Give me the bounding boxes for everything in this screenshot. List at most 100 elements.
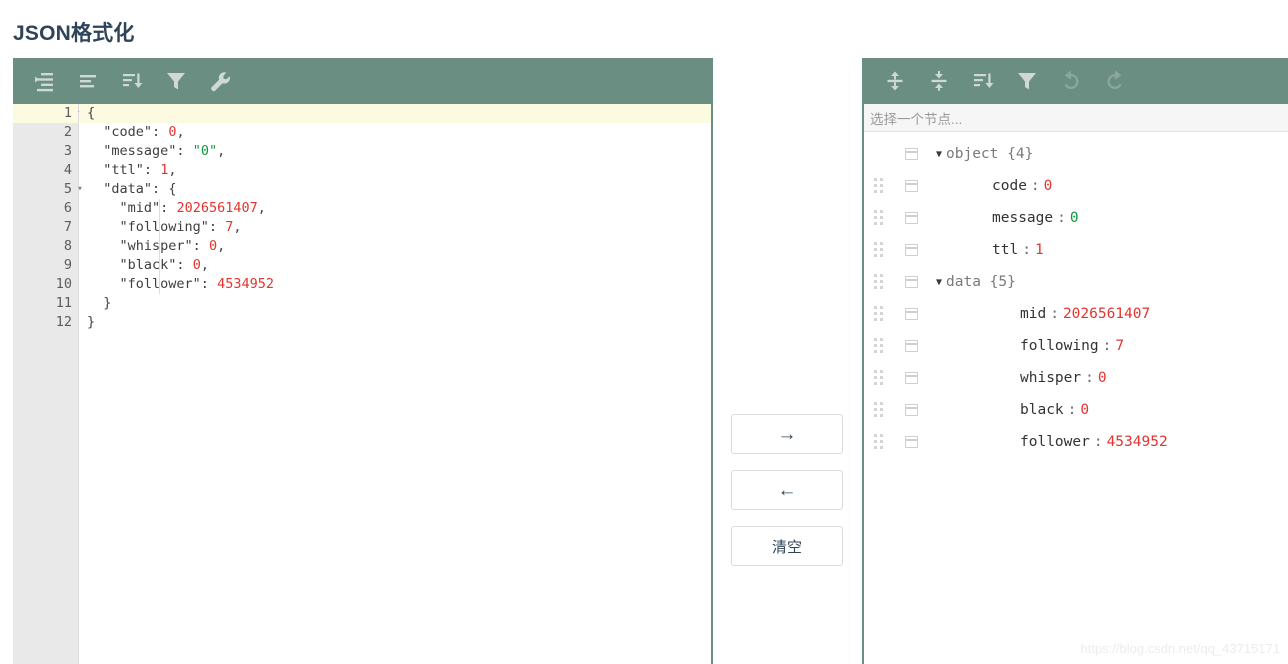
tree-row[interactable]: ▼ data {5}	[864, 266, 1288, 298]
code-line[interactable]: "ttl": 1,	[79, 161, 711, 180]
text-to-tree-button[interactable]: →	[731, 414, 843, 454]
code-line[interactable]: }	[79, 294, 711, 313]
code-line[interactable]: "following": 7,	[79, 218, 711, 237]
tree-to-text-button[interactable]: ←	[731, 470, 843, 510]
clear-button[interactable]: 清空	[731, 526, 843, 566]
tree-row[interactable]: ▼ mid:2026561407	[864, 298, 1288, 330]
drag-handle-icon[interactable]	[874, 402, 890, 418]
context-menu-icon[interactable]	[905, 436, 918, 448]
expand-all-icon[interactable]	[878, 64, 912, 98]
tree-row-key: follower	[1020, 434, 1090, 450]
tree-row-count: {4}	[998, 146, 1034, 162]
context-menu-icon[interactable]	[905, 372, 918, 384]
tree-row-value[interactable]: 2026561407	[1063, 306, 1150, 322]
context-menu-icon[interactable]	[905, 404, 918, 416]
format-icon[interactable]	[27, 64, 61, 98]
filter-icon[interactable]	[1010, 64, 1044, 98]
context-menu-icon[interactable]	[905, 180, 918, 192]
tree-row[interactable]: ▼ ttl:1	[864, 234, 1288, 266]
editor-body[interactable]: 1▾2 3 4 5▾6 7 8 9 10 11 12 { "code": 0, "message"…	[13, 104, 711, 664]
context-menu-icon[interactable]	[905, 276, 918, 288]
tree-row[interactable]: ▼ object {4}	[864, 138, 1288, 170]
drag-handle-icon[interactable]	[874, 338, 890, 354]
tree-row-value[interactable]: 0	[1080, 402, 1089, 418]
tree-row-colon: :	[1022, 242, 1031, 258]
context-menu-icon[interactable]	[905, 212, 918, 224]
code-line[interactable]: "follower": 4534952	[79, 275, 711, 294]
tree-row-key: data	[946, 274, 981, 290]
code-line[interactable]: "whisper": 0,	[79, 237, 711, 256]
node-path-bar[interactable]: 选择一个节点...	[864, 104, 1288, 132]
tree-row-value[interactable]: 0	[1098, 370, 1107, 386]
drag-handle-icon[interactable]	[874, 370, 890, 386]
tree-row[interactable]: ▼ whisper:0	[864, 362, 1288, 394]
tree-row-label: code:0	[992, 178, 1052, 194]
transfer-button-group: → ← 清空	[731, 414, 843, 566]
code-line[interactable]: "black": 0,	[79, 256, 711, 275]
tree-rows: ▼object {4}▼code:0▼message:0▼ttl:1▼data …	[864, 132, 1288, 458]
drag-handle-icon[interactable]	[874, 274, 890, 290]
node-path-placeholder: 选择一个节点...	[870, 111, 963, 127]
tree-row-label: mid:2026561407	[1020, 306, 1150, 322]
drag-handle-icon[interactable]	[874, 242, 890, 258]
json-text-editor-panel: 1▾2 3 4 5▾6 7 8 9 10 11 12 { "code": 0, "message"…	[13, 58, 713, 664]
compact-icon[interactable]	[71, 64, 105, 98]
code-line[interactable]: }	[79, 313, 711, 332]
code-line[interactable]: {	[79, 104, 711, 123]
drag-handle-icon[interactable]	[874, 178, 890, 194]
tree-row-value[interactable]: 0	[1044, 178, 1053, 194]
sort-icon[interactable]	[115, 64, 149, 98]
tree-row[interactable]: ▼ following:7	[864, 330, 1288, 362]
expand-toggle-spacer: ▼	[932, 341, 946, 352]
context-menu-icon[interactable]	[905, 308, 918, 320]
expand-toggle-spacer: ▼	[932, 213, 946, 224]
sort-icon[interactable]	[966, 64, 1000, 98]
expand-toggle-spacer: ▼	[932, 437, 946, 448]
line-number: 2	[63, 124, 72, 140]
context-menu-icon[interactable]	[905, 340, 918, 352]
tree-row-label: data {5}	[946, 274, 1016, 290]
line-number: 4	[63, 162, 72, 178]
code-line[interactable]: "message": "0",	[79, 142, 711, 161]
tree-row-key: black	[1020, 402, 1064, 418]
drag-handle-icon[interactable]	[874, 210, 890, 226]
context-menu-icon[interactable]	[905, 148, 918, 160]
tree-row-value[interactable]: 1	[1035, 242, 1044, 258]
code-line[interactable]: "mid": 2026561407,	[79, 199, 711, 218]
collapse-all-icon[interactable]	[922, 64, 956, 98]
filter-icon[interactable]	[159, 64, 193, 98]
redo-icon[interactable]	[1098, 64, 1132, 98]
tree-row[interactable]: ▼ black:0	[864, 394, 1288, 426]
context-menu-icon[interactable]	[905, 244, 918, 256]
expand-toggle-icon[interactable]: ▼	[932, 149, 946, 160]
line-number: 10	[55, 276, 72, 292]
expand-toggle-icon[interactable]: ▼	[932, 277, 946, 288]
code-area[interactable]: { "code": 0, "message": "0", "ttl": 1, "…	[79, 104, 711, 664]
line-number: 3	[63, 143, 72, 159]
tree-row-value[interactable]: 7	[1115, 338, 1124, 354]
undo-icon[interactable]	[1054, 64, 1088, 98]
tree-row[interactable]: ▼ follower:4534952	[864, 426, 1288, 458]
arrow-left-icon: ←	[777, 479, 797, 501]
line-number: 11	[55, 295, 72, 311]
json-tree-panel: 选择一个节点... ▼object {4}▼code:0▼message:0▼t…	[862, 58, 1288, 664]
tree-row-key: following	[1020, 338, 1099, 354]
tree-row[interactable]: ▼ code:0	[864, 170, 1288, 202]
tree-row[interactable]: ▼ message:0	[864, 202, 1288, 234]
code-line[interactable]: "data": {	[79, 180, 711, 199]
line-number: 6	[63, 200, 72, 216]
tree-row-colon: :	[1057, 210, 1066, 226]
tree-row-colon: :	[1067, 402, 1077, 418]
arrow-right-icon: →	[777, 423, 797, 445]
tree-row-key: whisper	[1020, 370, 1082, 386]
drag-handle-icon[interactable]	[874, 306, 890, 322]
tree-row-value[interactable]: 4534952	[1107, 434, 1168, 450]
line-number: 7	[63, 219, 72, 235]
repair-icon[interactable]	[203, 64, 237, 98]
tree-row-value[interactable]: 0	[1070, 210, 1079, 226]
code-line[interactable]: "code": 0,	[79, 123, 711, 142]
drag-handle-icon[interactable]	[874, 434, 890, 450]
tree-row-key: object	[946, 146, 999, 162]
line-number: 5 ▾	[13, 180, 83, 199]
tree-row-colon: :	[1102, 338, 1112, 354]
